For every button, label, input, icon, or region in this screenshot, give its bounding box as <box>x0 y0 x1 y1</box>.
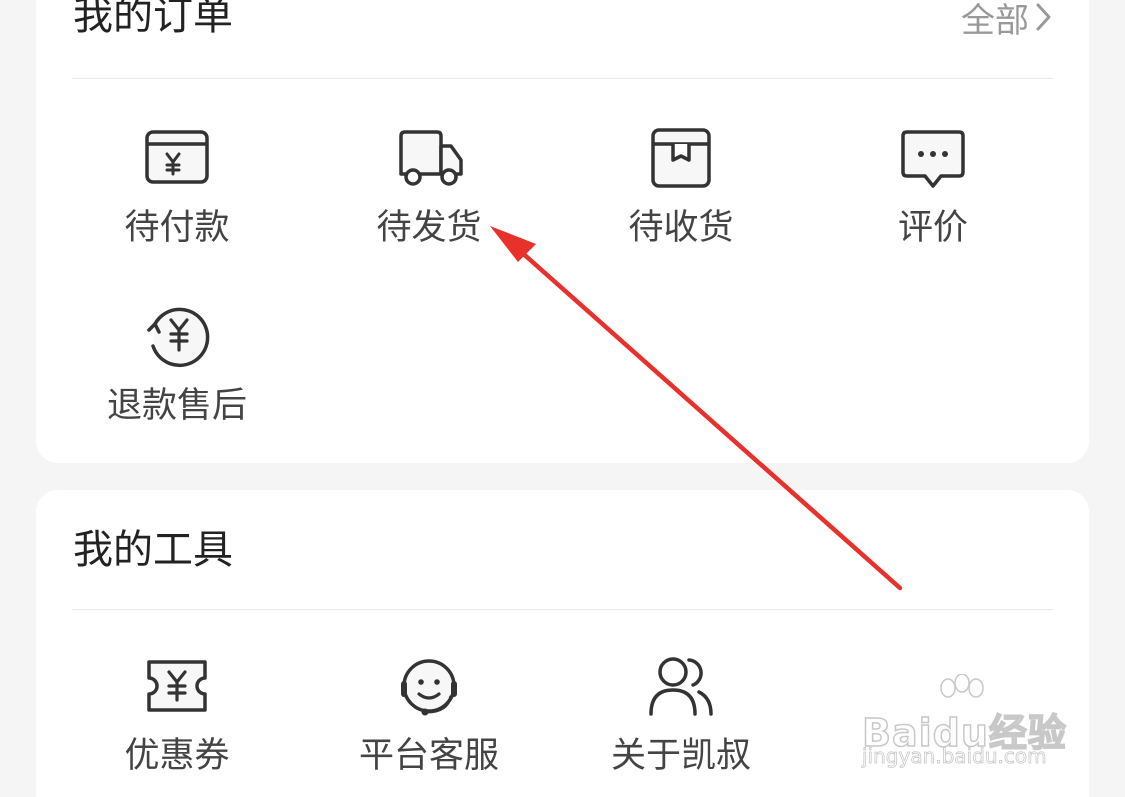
truck-icon <box>399 130 463 186</box>
tool-item-label: 优惠券 <box>124 736 230 776</box>
order-item-label: 待付款 <box>124 208 230 248</box>
screen: 我的订单 全部 待付款 待发货 待收货 评价 退款售后 我的工具 优惠券 平台客… <box>0 0 1125 797</box>
order-item-label: 待发货 <box>376 208 482 248</box>
refund-yuan-icon <box>147 307 210 368</box>
customer-service-headset-icon <box>401 659 457 716</box>
tool-item-customer-service[interactable]: 平台客服 <box>303 650 555 778</box>
orders-card: 我的订单 全部 待付款 待发货 待收货 评价 退款售后 <box>36 0 1089 463</box>
order-item-pending-shipment[interactable]: 待发货 <box>303 122 555 250</box>
chevron-right-icon <box>1036 3 1051 31</box>
users-group-icon <box>649 657 713 716</box>
order-item-label: 退款售后 <box>106 386 247 426</box>
orders-title: 我的订单 <box>73 0 233 39</box>
wallet-yuan-icon <box>145 130 209 184</box>
tool-item-about[interactable]: 关于凯叔 <box>555 650 807 778</box>
tools-title: 我的工具 <box>73 527 233 573</box>
package-box-icon <box>651 128 711 188</box>
tools-divider <box>72 609 1053 610</box>
tool-item-coupons[interactable]: 优惠券 <box>51 650 303 778</box>
order-item-label: 评价 <box>897 208 968 248</box>
orders-divider <box>72 78 1053 79</box>
order-item-review[interactable]: 评价 <box>807 122 1059 250</box>
order-item-pending-payment[interactable]: 待付款 <box>51 122 303 250</box>
chat-bubble-icon <box>901 130 965 188</box>
order-item-pending-receipt[interactable]: 待收货 <box>555 122 807 250</box>
tool-item-label: 关于凯叔 <box>610 736 751 776</box>
tool-item-label: 平台客服 <box>358 736 499 776</box>
view-all-orders-link[interactable]: 全部 <box>961 0 1055 41</box>
view-all-label: 全部 <box>961 0 1029 41</box>
tools-card: 我的工具 优惠券 平台客服 关于凯叔 <box>36 490 1089 797</box>
coupon-ticket-icon <box>147 660 207 712</box>
order-item-label: 待收货 <box>628 208 734 248</box>
order-item-refund-aftersales[interactable]: 退款售后 <box>51 300 303 428</box>
